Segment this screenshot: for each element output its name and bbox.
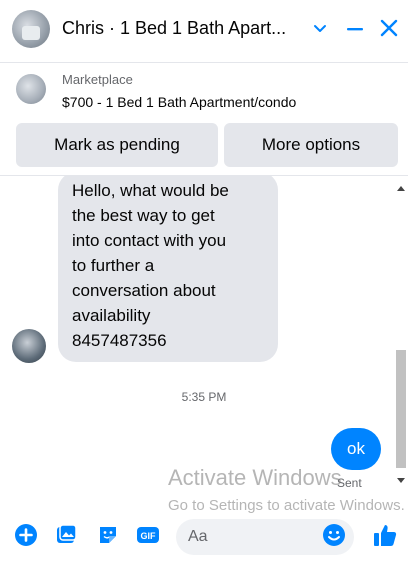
message-line: to further a xyxy=(72,256,155,275)
sticker-icon[interactable] xyxy=(96,523,120,547)
photo-icon[interactable] xyxy=(54,523,78,547)
message-line: the best way to get xyxy=(72,206,215,225)
scrollbar-thumb[interactable] xyxy=(396,350,406,468)
close-icon[interactable] xyxy=(380,19,398,37)
scroll-down-arrow-icon[interactable] xyxy=(397,478,405,483)
message-line: into contact with you xyxy=(72,231,227,250)
message-line: 8457487356 xyxy=(72,331,167,350)
watermark-subtitle: Go to Settings to activate Windows. xyxy=(168,497,405,514)
plus-icon[interactable] xyxy=(14,523,38,547)
message-composer: GIF xyxy=(0,513,408,561)
outgoing-message[interactable]: ok xyxy=(331,428,381,470)
listing-thumbnail xyxy=(16,74,46,104)
message-line: Hello, what would be xyxy=(72,181,229,200)
marketplace-listing[interactable]: Marketplace $700 - 1 Bed 1 Bath Apartmen… xyxy=(0,63,408,115)
message-timestamp: 5:35 PM xyxy=(181,390,227,404)
chevron-down-icon[interactable] xyxy=(312,20,328,36)
minimize-icon[interactable] xyxy=(346,20,364,38)
listing-source: Marketplace xyxy=(62,72,133,87)
scroll-up-arrow-icon[interactable] xyxy=(397,186,405,191)
svg-text:GIF: GIF xyxy=(141,531,157,541)
mark-as-pending-button[interactable]: Mark as pending xyxy=(16,123,218,167)
emoji-icon[interactable] xyxy=(322,523,346,547)
message-line: conversation about xyxy=(72,281,216,300)
more-options-button[interactable]: More options xyxy=(224,123,398,167)
like-icon[interactable] xyxy=(372,522,398,548)
chat-header: Chris · 1 Bed 1 Bath Apart... xyxy=(0,0,408,62)
gif-icon[interactable]: GIF xyxy=(136,523,160,547)
message-thread[interactable]: Hello, what would be the best way to get… xyxy=(0,176,408,496)
listing-description: $700 - 1 Bed 1 Bath Apartment/condo xyxy=(62,94,297,110)
thread-scrollbar[interactable] xyxy=(394,176,408,496)
incoming-message[interactable]: Hello, what would be the best way to get… xyxy=(58,176,278,362)
sent-status: Sent xyxy=(337,476,362,490)
message-line: availability xyxy=(72,306,151,325)
contact-avatar[interactable] xyxy=(12,10,50,48)
sender-avatar[interactable] xyxy=(12,329,46,363)
chat-title[interactable]: Chris · 1 Bed 1 Bath Apart... xyxy=(62,18,286,39)
